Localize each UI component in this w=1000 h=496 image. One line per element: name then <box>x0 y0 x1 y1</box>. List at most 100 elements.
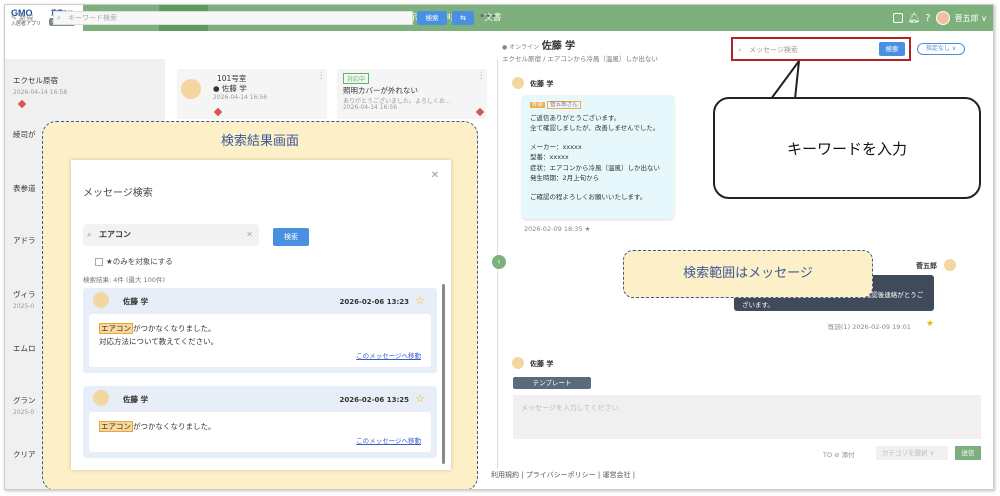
app-window: GMO 賃貸DX 入居者アプリ staging ダッシュボード チャット サービ… <box>4 4 994 490</box>
more-menu-button[interactable]: ••• <box>479 11 497 22</box>
resident-avatar <box>181 79 201 99</box>
user-menu[interactable]: 菅五郎 ∨ <box>955 13 987 24</box>
room-menu-icon[interactable]: ⋮ <box>478 71 486 80</box>
keyword-search-input[interactable]: ⌕ キーワード検索 <box>53 11 413 25</box>
resident-avatar <box>93 292 109 308</box>
filter-button[interactable]: ⇆ <box>452 11 474 25</box>
message-line <box>530 184 666 192</box>
result-sender: 佐藤 学 <box>123 395 149 404</box>
filter-icon: ⇆ <box>460 14 466 22</box>
message-read-status: 既読(1) 2026-02-09 19:01 <box>828 323 911 331</box>
search-icon: ⌕ <box>57 14 61 22</box>
room-name: クリア <box>13 450 36 459</box>
alert-icon <box>17 99 27 109</box>
room-name: エムロ <box>13 344 36 353</box>
new-button-label: 新規 <box>19 14 34 22</box>
new-button[interactable]: ✎ 新規 <box>11 13 33 23</box>
message-line: 症状：エアコンから冷風（温風）しか出ない <box>530 163 660 172</box>
room-date: 2026-04-14 16:58 <box>13 89 68 96</box>
send-button[interactable]: 送信 <box>955 446 981 460</box>
message-line <box>530 134 666 142</box>
star-icon[interactable]: ★ <box>926 319 934 329</box>
room-name: 表参道 <box>13 184 36 193</box>
modal-search-query: エアコン <box>99 230 131 239</box>
message-sender: 佐藤 学 <box>530 360 554 368</box>
star-icon[interactable]: ☆ <box>415 294 425 307</box>
room-item[interactable]: ヴィラ 2025-0 <box>13 289 36 310</box>
result-time: 2026-02-06 13:25 <box>339 396 410 404</box>
message-line: ご返信ありがとうございます。 <box>530 113 621 122</box>
room-menu-icon[interactable]: ⋮ <box>318 71 326 80</box>
resident-avatar <box>512 357 524 369</box>
speech-tail <box>769 61 801 100</box>
keyword-highlight: エアコン <box>99 323 133 334</box>
message-line: 型番：xxxxx <box>530 153 569 161</box>
resident-avatar <box>512 77 524 89</box>
room-card[interactable]: 101号室 ● 佐藤 学 2026-04-14 16:56 ⋮ <box>177 69 327 119</box>
keyword-search-placeholder: キーワード検索 <box>68 14 117 22</box>
user-avatar[interactable] <box>935 11 950 25</box>
room-item[interactable]: クリア <box>13 449 36 460</box>
star-only-checkbox[interactable]: ★のみを対象にする <box>95 256 173 267</box>
tag-select[interactable]: 指定なし ∨ <box>917 43 965 55</box>
message-line: 発生時期：2月上旬から <box>530 174 600 182</box>
alert-icon <box>475 107 485 117</box>
jump-to-message-link[interactable]: このメッセージへ移動 <box>99 435 421 448</box>
template-button[interactable]: テンプレート <box>513 377 591 389</box>
message-sender: 菅五郎 <box>916 262 937 270</box>
room-date: 2025-0 <box>13 303 35 310</box>
resident-name: ● 佐藤 学 <box>213 84 247 93</box>
help-icon[interactable]: ? <box>925 13 930 24</box>
search-icon: ⌕ <box>87 230 92 239</box>
compose-placeholder: メッセージを入力してください <box>521 404 619 412</box>
message-mention: 管五郎さん <box>547 101 581 109</box>
close-icon[interactable]: ✕ <box>431 170 439 181</box>
bell-icon[interactable]: 🔔︎ <box>908 13 921 24</box>
room-item[interactable]: エクセル原宿 2026-04-14 16:58 <box>13 75 67 109</box>
room-date: 2025-0 <box>13 409 35 416</box>
modal-title: メッセージ検索 <box>83 188 153 199</box>
room-name: ヴィラ <box>13 290 36 299</box>
room-date: 2026-04-14 16:56 <box>213 94 268 101</box>
message-search-button[interactable]: 検索 <box>879 42 905 56</box>
message-search-input[interactable]: ⌕ メッセージ検索 <box>737 43 881 57</box>
modal-search-button[interactable]: 検索 <box>273 228 309 246</box>
result-count: 検索結果: 4件 (最大 100件) <box>83 276 166 284</box>
footer-links[interactable]: 利用規約 | プライバシーポリシー | 運営会社 | <box>491 470 635 480</box>
checkbox-box[interactable] <box>95 258 103 266</box>
result-text: 対応方法について教えてください。 <box>99 337 219 346</box>
star-icon[interactable]: ☆ <box>415 392 425 405</box>
message-line: 全て確認しましたが、改善しませんでした。 <box>530 124 660 132</box>
room-item[interactable]: 綾司が <box>13 129 36 140</box>
star-only-label: ★のみを対象にする <box>106 257 173 266</box>
room-item[interactable]: 表参道 <box>13 183 36 194</box>
jump-to-message-link[interactable]: このメッセージへ移動 <box>99 350 421 363</box>
room-item[interactable]: エムロ <box>13 343 36 354</box>
keyword-search-button[interactable]: 検索 <box>417 11 447 25</box>
message-line: メーカー：xxxxx <box>530 142 582 151</box>
modal-search-input[interactable]: ⌕ エアコン ✕ <box>83 224 259 246</box>
result-time: 2026-02-06 13:23 <box>339 298 410 306</box>
to-attach-controls[interactable]: TO ⊘ 添付 <box>823 449 855 459</box>
room-name: エクセル原宿 <box>13 76 58 85</box>
message-time: 2026-02-09 18:35 ★ <box>524 225 591 233</box>
result-text: がつかなくなりました。 <box>133 422 216 431</box>
message-tag: 外部 <box>530 102 546 108</box>
message-compose-input[interactable]: メッセージを入力してください <box>513 395 981 439</box>
category-select[interactable]: カテゴリを選択 ∨ <box>876 446 948 460</box>
message-search-box: ⌕ メッセージ検索 検索 <box>731 37 911 61</box>
room-item[interactable]: アドラ <box>13 235 36 246</box>
result-text: がつかなくなりました。 <box>133 324 216 333</box>
keyword-callout: キーワードを入力 <box>713 97 981 199</box>
copy-icon[interactable] <box>892 13 903 23</box>
search-result-item: 佐藤 学 2026-02-06 13:23 ☆ エアコン がつかなくなりました。 … <box>83 288 437 373</box>
room-item[interactable]: グラン 2025-0 <box>13 395 36 416</box>
nav-right: 🔔︎ ? 菅五郎 ∨ <box>892 5 987 31</box>
resident-avatar <box>93 390 109 406</box>
modal-scrollbar[interactable] <box>442 284 445 464</box>
message-sender: 佐藤 学 <box>530 80 554 88</box>
clear-icon[interactable]: ✕ <box>246 224 253 246</box>
keyword-highlight: エアコン <box>99 421 133 432</box>
room-card[interactable]: 対応中 照明カバーが外れない ありがとうございました。よろしくお... 2026… <box>337 69 487 119</box>
room-name: アドラ <box>13 236 36 245</box>
